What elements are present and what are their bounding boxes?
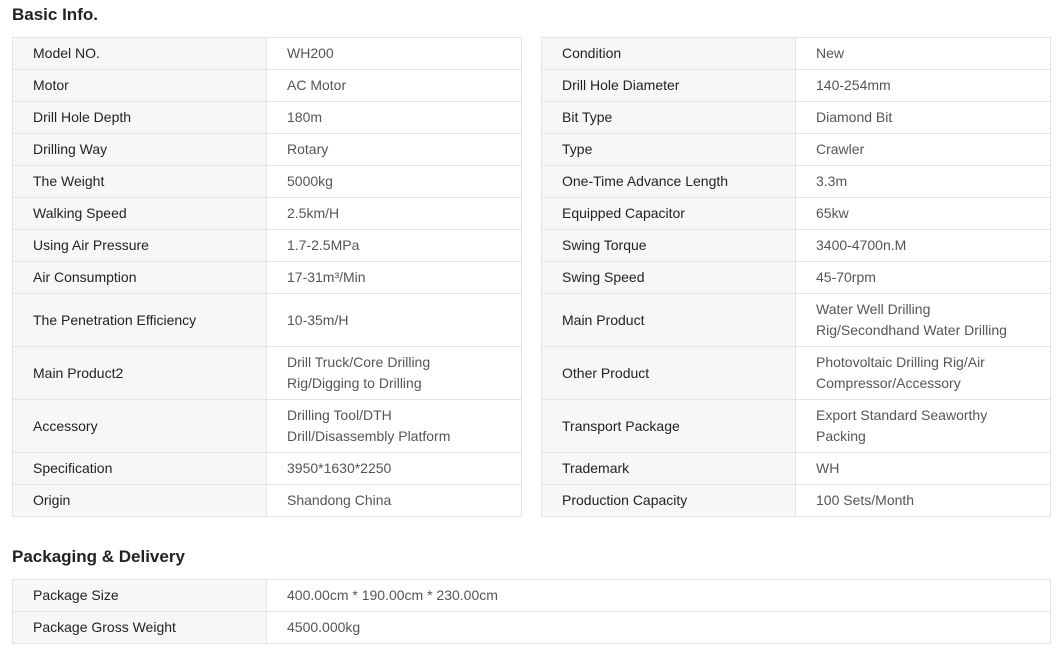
spec-label: Model NO. bbox=[12, 37, 267, 70]
spec-row: Motor AC Motor bbox=[12, 69, 522, 102]
spec-value: AC Motor bbox=[266, 69, 522, 102]
spec-value: 1.7-2.5MPa bbox=[266, 229, 522, 262]
spec-label: Drill Hole Depth bbox=[12, 101, 267, 134]
spec-row: One-Time Advance Length 3.3m bbox=[541, 165, 1051, 198]
spec-row: Type Crawler bbox=[541, 133, 1051, 166]
spec-row: Drill Hole Depth 180m bbox=[12, 101, 522, 134]
spec-value: WH200 bbox=[266, 37, 522, 70]
spec-value: Drilling Tool/DTH Drill/Disassembly Platf… bbox=[266, 399, 522, 453]
spec-value-line: Photovoltaic Drilling Rig/Air bbox=[816, 354, 985, 370]
spec-row: The Penetration Efficiency 10-35m/H bbox=[12, 293, 522, 347]
spec-row: Drilling Way Rotary bbox=[12, 133, 522, 166]
spec-label: Motor bbox=[12, 69, 267, 102]
spec-value: Shandong China bbox=[266, 484, 522, 517]
spec-label: Drilling Way bbox=[12, 133, 267, 166]
spec-value: 45-70rpm bbox=[795, 261, 1051, 294]
spec-value: Export Standard Seaworthy Packing bbox=[795, 399, 1051, 453]
spec-value: Water Well Drilling Rig/Secondhand Water … bbox=[795, 293, 1051, 347]
spec-value-line: Drill Truck/Core Drilling bbox=[287, 354, 431, 370]
spec-value: 65kw bbox=[795, 197, 1051, 230]
spec-value: WH bbox=[795, 452, 1051, 485]
spec-row: Swing Torque 3400-4700n.M bbox=[541, 229, 1051, 262]
spec-label: Main Product bbox=[541, 293, 796, 347]
spec-value-line: Water Well Drilling bbox=[816, 301, 931, 317]
spec-value: 140-254mm bbox=[795, 69, 1051, 102]
spec-row: Trademark WH bbox=[541, 452, 1051, 485]
spec-label: Equipped Capacitor bbox=[541, 197, 796, 230]
spec-value: 3.3m bbox=[795, 165, 1051, 198]
spec-value: 3950*1630*2250 bbox=[266, 452, 522, 485]
spec-value: New bbox=[795, 37, 1051, 70]
spec-row: Condition New bbox=[541, 37, 1051, 70]
spec-row: Main Product2 Drill Truck/Core Drilling Ri… bbox=[12, 346, 522, 400]
spec-label: Package Gross Weight bbox=[12, 611, 267, 644]
spec-label: Condition bbox=[541, 37, 796, 70]
basic-info-right-table: Condition New Drill Hole Diameter 140-254mm… bbox=[541, 37, 1051, 517]
spec-value: Drill Truck/Core Drilling Rig/Digging to … bbox=[266, 346, 522, 400]
spec-label: Walking Speed bbox=[12, 197, 267, 230]
spec-row: Air Consumption 17-31m³/Min bbox=[12, 261, 522, 294]
spec-label: Drill Hole Diameter bbox=[541, 69, 796, 102]
spec-label: Swing Torque bbox=[541, 229, 796, 262]
spec-label: Origin bbox=[12, 484, 267, 517]
packaging-delivery-table: Package Size 400.00cm * 190.00cm * 230.00… bbox=[12, 579, 1051, 644]
spec-row: Origin Shandong China bbox=[12, 484, 522, 517]
spec-label: Using Air Pressure bbox=[12, 229, 267, 262]
spec-value-line: Drilling Tool/DTH bbox=[287, 407, 392, 423]
spec-value: 3400-4700n.M bbox=[795, 229, 1051, 262]
spec-value: Photovoltaic Drilling Rig/Air Compressor/… bbox=[795, 346, 1051, 400]
spec-value-line: Export Standard Seaworthy bbox=[816, 407, 988, 423]
spec-label: One-Time Advance Length bbox=[541, 165, 796, 198]
spec-row: Bit Type Diamond Bit bbox=[541, 101, 1051, 134]
spec-row: Specification 3950*1630*2250 bbox=[12, 452, 522, 485]
spec-row: The Weight 5000kg bbox=[12, 165, 522, 198]
spec-label: Production Capacity bbox=[541, 484, 796, 517]
spec-value: 17-31m³/Min bbox=[266, 261, 522, 294]
spec-row: Other Product Photovoltaic Drilling Rig/A… bbox=[541, 346, 1051, 400]
spec-label: Type bbox=[541, 133, 796, 166]
spec-label: Trademark bbox=[541, 452, 796, 485]
spec-label: Other Product bbox=[541, 346, 796, 400]
spec-value: 180m bbox=[266, 101, 522, 134]
spec-value-line: Compressor/Accessory bbox=[816, 375, 961, 391]
spec-value: 4500.000kg bbox=[266, 611, 1051, 644]
spec-row: Package Size 400.00cm * 190.00cm * 230.00… bbox=[12, 579, 1051, 612]
spec-value: Crawler bbox=[795, 133, 1051, 166]
spec-row: Equipped Capacitor 65kw bbox=[541, 197, 1051, 230]
spec-row: Main Product Water Well Drilling Rig/Secon… bbox=[541, 293, 1051, 347]
spec-value-line: Drill/Disassembly Platform bbox=[287, 428, 451, 444]
spec-label: Air Consumption bbox=[12, 261, 267, 294]
basic-info-left-table: Model NO. WH200 Motor AC Motor Drill Hole De… bbox=[12, 37, 522, 517]
spec-label: Package Size bbox=[12, 579, 267, 612]
spec-value: 400.00cm * 190.00cm * 230.00cm bbox=[266, 579, 1051, 612]
spec-value-line: Rig/Secondhand Water Drilling bbox=[816, 322, 1007, 338]
spec-row: Model NO. WH200 bbox=[12, 37, 522, 70]
spec-row: Package Gross Weight 4500.000kg bbox=[12, 611, 1051, 644]
spec-value: Rotary bbox=[266, 133, 522, 166]
spec-row: Walking Speed 2.5km/H bbox=[12, 197, 522, 230]
spec-label: The Penetration Efficiency bbox=[12, 293, 267, 347]
spec-value: 100 Sets/Month bbox=[795, 484, 1051, 517]
spec-row: Swing Speed 45-70rpm bbox=[541, 261, 1051, 294]
spec-value: Diamond Bit bbox=[795, 101, 1051, 134]
spec-label: Specification bbox=[12, 452, 267, 485]
packaging-delivery-title: Packaging & Delivery bbox=[12, 547, 185, 566]
spec-value: 5000kg bbox=[266, 165, 522, 198]
spec-value-line: Packing bbox=[816, 428, 866, 444]
spec-label: Bit Type bbox=[541, 101, 796, 134]
spec-label: Transport Package bbox=[541, 399, 796, 453]
spec-label: The Weight bbox=[12, 165, 267, 198]
spec-label: Accessory bbox=[12, 399, 267, 453]
spec-row: Using Air Pressure 1.7-2.5MPa bbox=[12, 229, 522, 262]
basic-info-title: Basic Info. bbox=[12, 5, 98, 24]
spec-label: Main Product2 bbox=[12, 346, 267, 400]
spec-row: Transport Package Export Standard Seawort… bbox=[541, 399, 1051, 453]
spec-label: Swing Speed bbox=[541, 261, 796, 294]
spec-row: Production Capacity 100 Sets/Month bbox=[541, 484, 1051, 517]
spec-row: Drill Hole Diameter 140-254mm bbox=[541, 69, 1051, 102]
spec-value: 10-35m/H bbox=[266, 293, 522, 347]
spec-row: Accessory Drilling Tool/DTH Drill/Disassem… bbox=[12, 399, 522, 453]
spec-value: 2.5km/H bbox=[266, 197, 522, 230]
spec-value-line: Rig/Digging to Drilling bbox=[287, 375, 422, 391]
